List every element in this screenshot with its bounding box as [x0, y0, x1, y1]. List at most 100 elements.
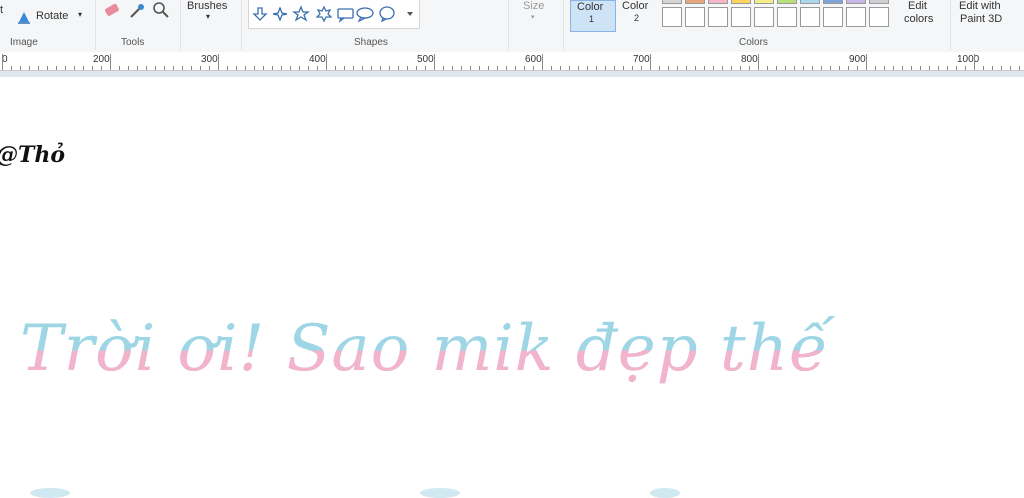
palette-color-swatch[interactable]: [731, 0, 751, 4]
ruler-tick: [515, 66, 516, 70]
ruler-tick: [533, 66, 534, 70]
custom-color-swatch[interactable]: [800, 7, 820, 27]
custom-color-swatch[interactable]: [754, 7, 774, 27]
ruler-tick: [1001, 66, 1002, 70]
ruler-tick: [506, 66, 507, 70]
ruler-tick: [263, 66, 264, 70]
size-label: Size: [523, 0, 545, 12]
ruler-tick: [983, 66, 984, 70]
ruler-tick: [794, 66, 795, 70]
palette-color-swatch[interactable]: [800, 0, 820, 4]
divider: [950, 0, 951, 50]
ruler-tick: [488, 66, 489, 70]
ruler-label: 400: [309, 54, 326, 65]
brushes-button[interactable]: Brushes ▾: [184, 0, 238, 30]
palette-color-swatch[interactable]: [777, 0, 797, 4]
custom-color-swatch[interactable]: [731, 7, 751, 27]
color-picker-icon[interactable]: [128, 1, 146, 19]
custom-color-swatch[interactable]: [662, 7, 682, 27]
custom-color-swatch[interactable]: [777, 7, 797, 27]
ruler-tick: [821, 66, 822, 70]
ruler-label: 500: [417, 54, 434, 65]
ruler-tick: [344, 66, 345, 70]
ruler-tick: [920, 66, 921, 70]
ruler-tick: [245, 66, 246, 70]
color1-button[interactable]: Color 1: [570, 0, 616, 32]
ruler-tick: [398, 66, 399, 70]
custom-color-swatch[interactable]: [685, 7, 705, 27]
color-palette: [662, 0, 902, 30]
custom-color-swatch[interactable]: [823, 7, 843, 27]
ruler-tick: [902, 66, 903, 70]
ruler-tick: [200, 66, 201, 70]
custom-color-swatch[interactable]: [846, 7, 866, 27]
ruler-tick: [524, 66, 525, 70]
palette-color-swatch[interactable]: [846, 0, 866, 4]
horizontal-ruler: 0 200 300 400 500 600 700 800 900 1000: [0, 52, 1024, 71]
edit-with-paint3d-button[interactable]: Edit with Paint 3D: [955, 0, 1021, 30]
shapes-group-label: Shapes: [354, 37, 388, 48]
ruler-tick: [362, 66, 363, 70]
magnifier-icon[interactable]: [152, 1, 170, 19]
ruler-tick: [803, 66, 804, 70]
ruler-tick: [110, 54, 111, 70]
select-tail-text[interactable]: t: [0, 4, 3, 16]
ruler-tick: [164, 66, 165, 70]
ruler-tick: [542, 54, 543, 70]
rotate-label: Rotate: [36, 10, 69, 22]
author-signature: @Thỏ: [0, 142, 66, 168]
ruler-tick: [938, 66, 939, 70]
ruler-label: 200: [93, 54, 110, 65]
color2-button[interactable]: Color 2: [618, 0, 658, 30]
ruler-tick: [128, 66, 129, 70]
ruler-tick: [209, 66, 210, 70]
ruler-tick: [452, 66, 453, 70]
ruler-tick: [758, 54, 759, 70]
rotate-dropdown-icon[interactable]: ▾: [78, 10, 82, 19]
ruler-tick: [461, 66, 462, 70]
drawing-canvas[interactable]: @Thỏ Trời ơi! Sao mik đẹp thế Trời ơi! S…: [0, 77, 1024, 498]
ruler-tick: [281, 66, 282, 70]
ruler-tick: [353, 66, 354, 70]
ruler-tick: [137, 66, 138, 70]
palette-color-swatch[interactable]: [685, 0, 705, 4]
custom-color-swatch[interactable]: [869, 7, 889, 27]
ruler-tick: [857, 66, 858, 70]
size-button[interactable]: Size ▾: [515, 0, 555, 30]
ruler-label: 700: [633, 54, 650, 65]
ruler-label: 300: [201, 54, 218, 65]
palette-color-swatch[interactable]: [662, 0, 682, 4]
palette-color-swatch[interactable]: [708, 0, 728, 4]
ruler-tick: [704, 66, 705, 70]
ruler-tick: [713, 66, 714, 70]
palette-color-swatch[interactable]: [869, 0, 889, 4]
shapes-gallery[interactable]: [248, 0, 420, 29]
color2-label: Color: [622, 0, 649, 12]
ruler-tick: [695, 66, 696, 70]
ruler-tick: [731, 66, 732, 70]
ruler-tick: [2, 54, 3, 70]
edit-colors-button[interactable]: Edit colors: [900, 0, 946, 30]
ruler-tick: [20, 66, 21, 70]
eraser-icon[interactable]: [103, 3, 121, 19]
palette-color-swatch[interactable]: [754, 0, 774, 4]
ruler-tick: [956, 66, 957, 70]
ruler-tick: [182, 66, 183, 70]
ruler-tick: [218, 54, 219, 70]
custom-color-swatch[interactable]: [708, 7, 728, 27]
rotate-button[interactable]: Rotate ▾: [16, 8, 88, 26]
ruler-tick: [191, 66, 192, 70]
ruler-tick: [605, 66, 606, 70]
ruler-tick: [479, 66, 480, 70]
ruler-tick: [92, 66, 93, 70]
next-line-fragment: [30, 488, 70, 498]
ruler-tick: [749, 66, 750, 70]
ruler-tick: [380, 66, 381, 70]
color2-number: 2: [634, 13, 640, 23]
ruler-tick: [992, 66, 993, 70]
ruler-tick: [47, 66, 48, 70]
palette-color-swatch[interactable]: [823, 0, 843, 4]
ruler-tick: [830, 66, 831, 70]
ruler-label: 1000: [957, 54, 980, 65]
ruler-tick: [839, 66, 840, 70]
